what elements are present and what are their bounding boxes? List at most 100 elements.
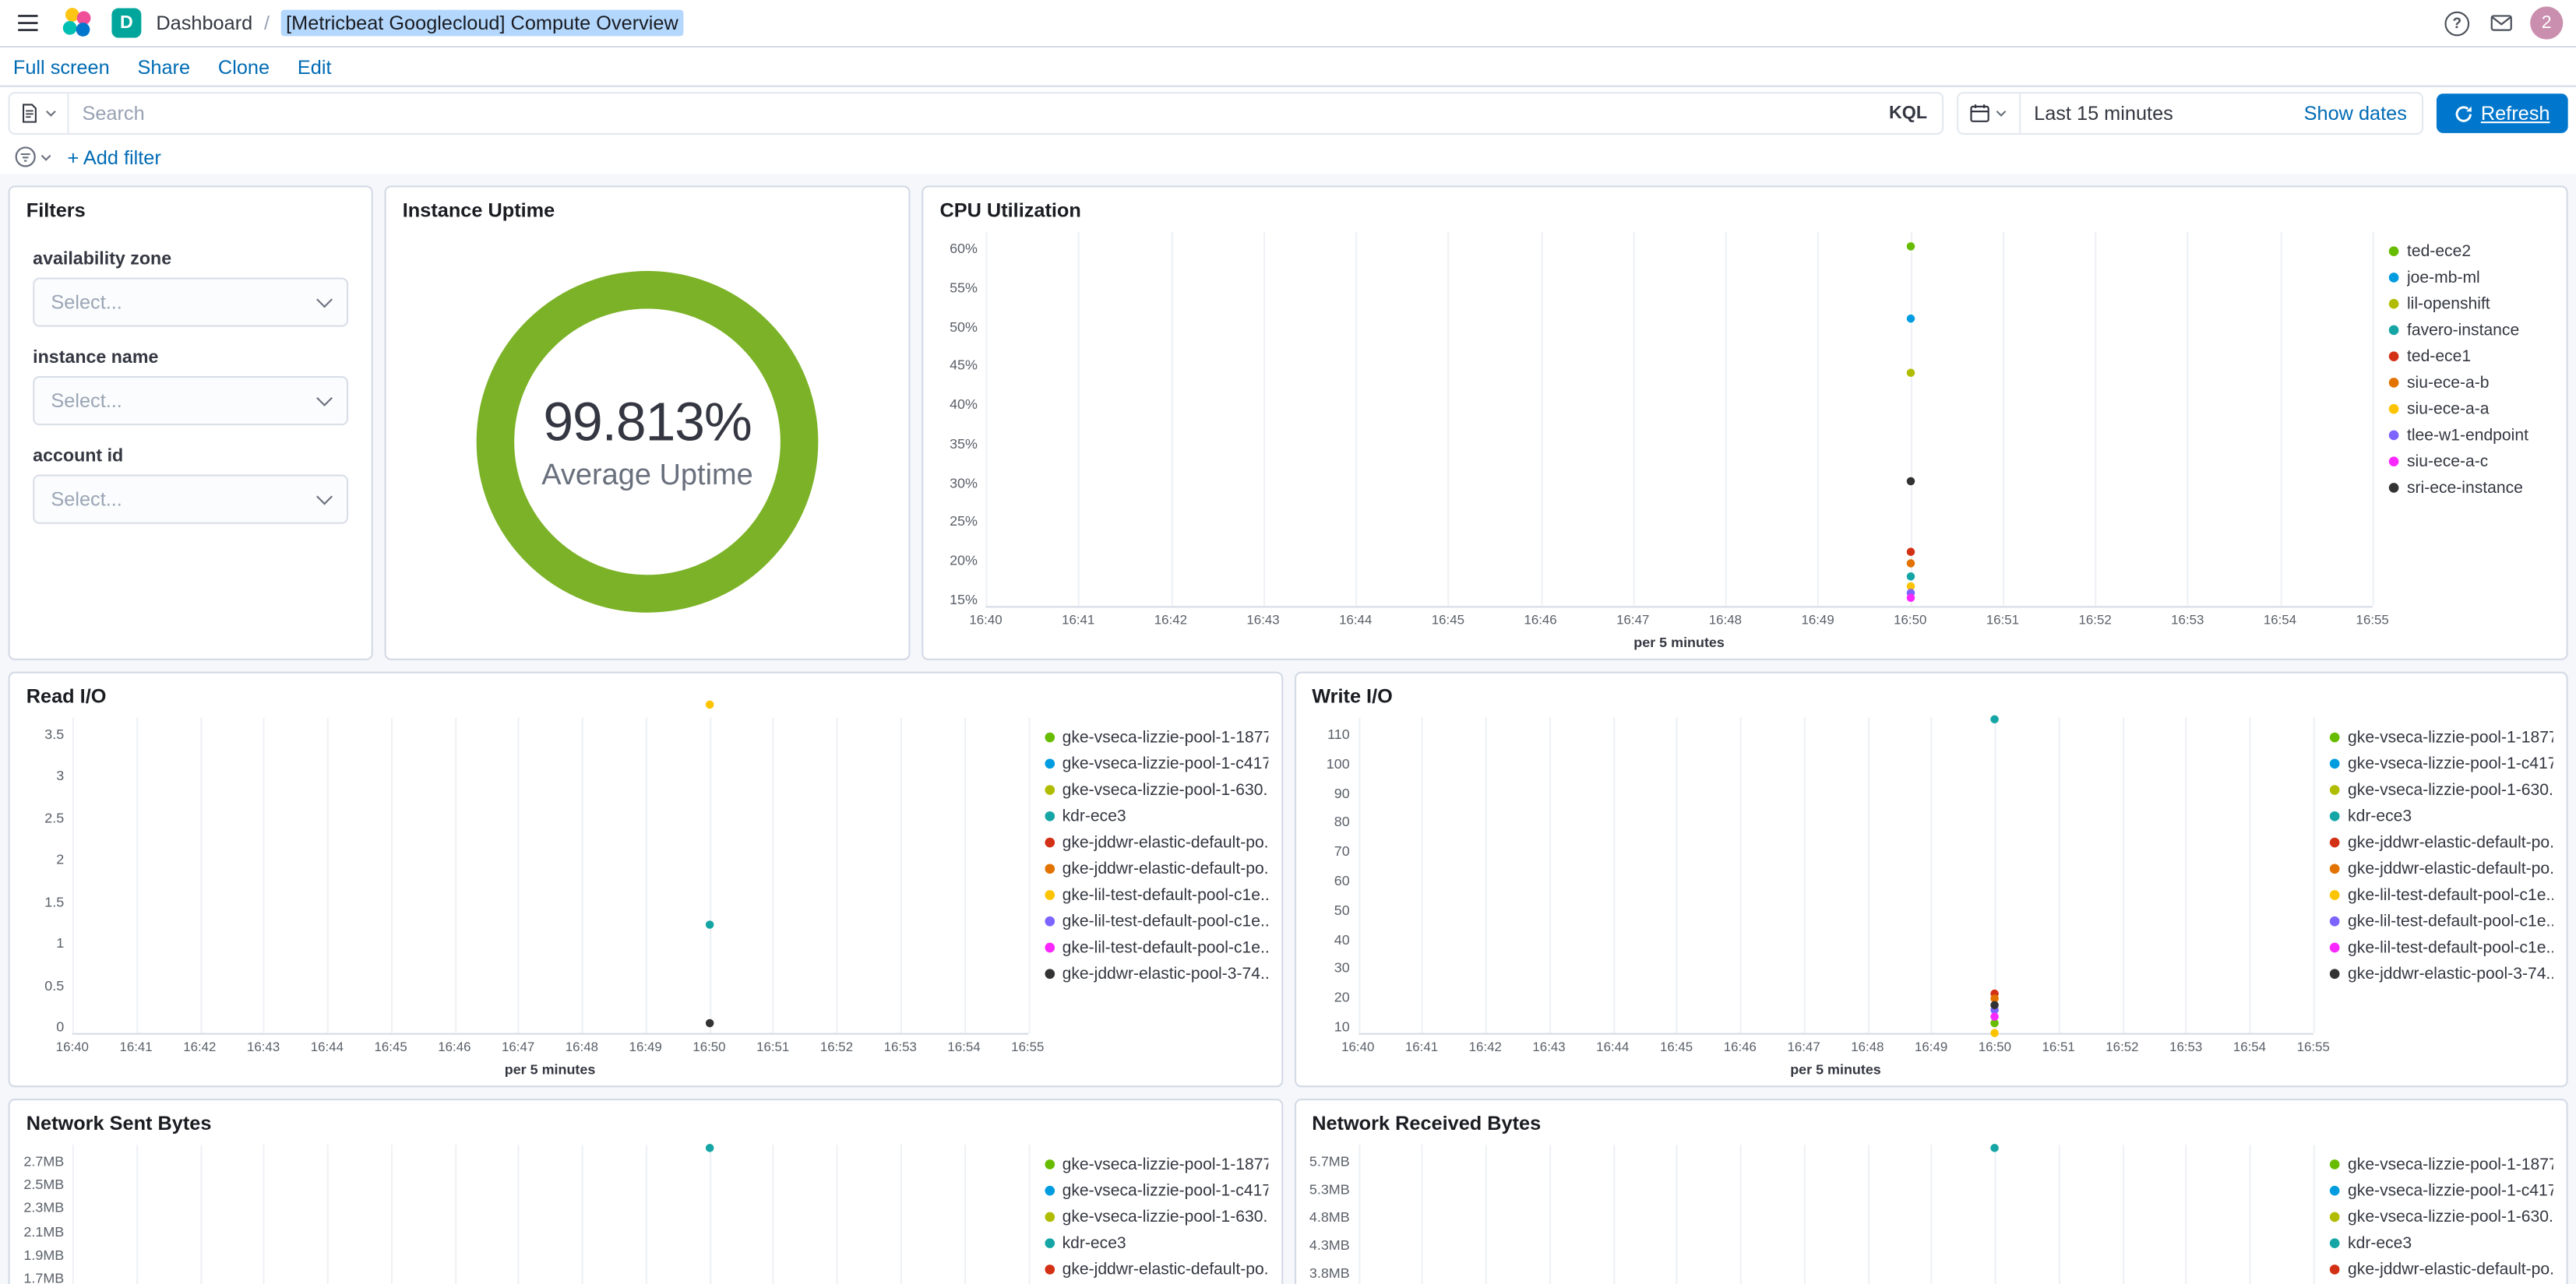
legend-item[interactable]: tlee-w1-endpoint [2388,425,2553,445]
legend-item[interactable]: gke-jddwr-elastic-pool-3-74... [1044,964,1267,983]
legend-item-label: ted-ece1 [2406,347,2472,366]
saved-query-button[interactable] [10,93,69,133]
newsfeed-button[interactable] [2487,12,2515,35]
instance-name-select[interactable]: Select... [33,376,349,426]
y-tick-label: 110 [1327,726,1350,743]
gridline [2372,231,2374,607]
legend-item[interactable]: gke-vseca-lizzie-pool-1-1877... [2329,727,2553,747]
calendar-icon [1970,104,1989,122]
legend-item[interactable]: kdr-ece3 [2329,807,2553,826]
legend-item[interactable]: gke-vseca-lizzie-pool-1-630... [2329,780,2553,800]
search-input[interactable] [69,101,1875,125]
account-id-label: account id [33,446,124,467]
x-tick-label: 16:50 [692,1040,726,1055]
legend-item[interactable]: sri-ece-instance [2388,478,2553,498]
legend-item-label: gke-vseca-lizzie-pool-1-c417... [1062,1181,1268,1200]
breadcrumb-dashboard-link[interactable]: Dashboard [156,12,252,35]
y-tick-label: 40 [1334,930,1350,948]
add-filter-link[interactable]: + Add filter [67,146,160,169]
plot-area [1358,715,2315,1038]
dashboard-content: Filters availability zone Select... inst… [0,174,2576,1284]
legend-item[interactable]: gke-vseca-lizzie-pool-1-1877... [1044,727,1267,747]
legend-item[interactable]: ted-ece1 [2388,347,2553,366]
x-tick-label: 16:44 [1339,612,1373,628]
calendar-button[interactable] [1958,93,2021,133]
legend-item[interactable]: gke-lil-test-default-pool-c1e... [1044,937,1267,957]
x-tick-label: 16:48 [1851,1040,1884,1055]
legend-item[interactable]: gke-lil-test-default-pool-c1e... [2329,937,2553,957]
y-tick-label: 2.1MB [23,1222,65,1240]
legend-swatch [2329,1159,2340,1170]
show-dates-link[interactable]: Show dates [2304,102,2422,125]
clone-link[interactable]: Clone [218,55,270,79]
legend-item[interactable]: gke-jddwr-elastic-pool-3-74... [2329,964,2553,983]
x-tick-label: 16:51 [2042,1040,2075,1055]
legend-item[interactable]: gke-vseca-lizzie-pool-1-630... [1044,780,1267,800]
legend-item[interactable]: gke-lil-test-default-pool-c1e... [2329,885,2553,905]
date-picker: Last 15 minutes Show dates [1956,92,2424,135]
legend-item[interactable]: gke-vseca-lizzie-pool-1-c417... [1044,1181,1267,1201]
legend-swatch [1044,758,1055,769]
legend-item[interactable]: siu-ece-a-a [2388,399,2553,419]
legend-item[interactable]: siu-ece-a-b [2388,373,2553,392]
gridline [2313,1145,2315,1284]
query-language-button[interactable]: KQL [1874,104,1942,123]
share-link[interactable]: Share [138,55,191,79]
legend-item[interactable]: gke-vseca-lizzie-pool-1-c417... [1044,754,1267,773]
space-badge[interactable]: D [111,8,142,38]
legend-item[interactable]: kdr-ece3 [1044,807,1267,826]
data-point [1906,314,1915,322]
legend-item[interactable]: lil-openshift [2388,294,2553,314]
legend: gke-vseca-lizzie-pool-1-1877... gke-vseca… [1027,711,1270,1082]
availability-zone-select[interactable]: Select... [33,277,349,327]
legend-item[interactable]: favero-instance [2388,320,2553,339]
legend-item[interactable]: gke-lil-test-default-pool-c1e... [1044,912,1267,931]
uptime-value: 99.813% [543,390,752,452]
edit-link[interactable]: Edit [298,55,332,79]
y-tick-label: 100 [1326,755,1350,772]
chart-body: 2.7MB2.5MB2.3MB2.1MB1.9MB1.7MB1.5MB 16:4… [10,1138,1281,1284]
legend-item[interactable]: gke-jddwr-elastic-default-po... [1044,859,1267,878]
y-axis: 60% 55% 50% 45% 40% 35% 30% 25% 20% 15% [933,231,985,607]
menu-button[interactable] [13,10,43,37]
legend-swatch [1044,916,1055,927]
legend-item[interactable]: gke-vseca-lizzie-pool-1-630... [1044,1207,1267,1226]
x-tick-label: 16:51 [756,1040,790,1055]
legend-item[interactable]: gke-vseca-lizzie-pool-1-630... [2329,1207,2553,1226]
legend-item[interactable]: gke-lil-test-default-pool-c1e... [1044,885,1267,905]
legend-item[interactable]: gke-jddwr-elastic-default-po... [2329,859,2553,878]
chevron-down-icon [316,291,333,308]
account-id-select[interactable]: Select... [33,474,349,524]
x-tick-label: 16:43 [246,1040,280,1055]
legend-item[interactable]: gke-jddwr-elastic-default-po... [2329,832,2553,852]
legend-item[interactable]: gke-jddwr-elastic-default-po... [2329,1260,2553,1279]
legend-item[interactable]: gke-vseca-lizzie-pool-1-1877... [2329,1155,2553,1174]
legend-item[interactable]: siu-ece-a-c [2388,452,2553,471]
legend-item[interactable]: gke-vseca-lizzie-pool-1-c417... [2329,1181,2553,1201]
refresh-button[interactable]: Refresh [2436,93,2568,133]
user-avatar[interactable]: 2 [2530,6,2564,40]
legend-swatch [2329,732,2340,743]
legend-item[interactable]: gke-vseca-lizzie-pool-1-1877... [1044,1155,1267,1174]
legend-item[interactable]: joe-mb-ml [2388,268,2553,287]
chart-area: 3.5 3 2.5 2 1.5 1 0.5 0 16:40 16:41 16:42 16:43 16:… [19,701,1044,1082]
legend-item[interactable]: gke-lil-test-default-pool-c1e... [2329,912,2553,931]
uptime-caption: Average Uptime [541,458,753,491]
filter-options-button[interactable] [12,146,56,167]
chevron-down-icon [46,110,56,117]
legend-item[interactable]: kdr-ece3 [1044,1233,1267,1253]
y-tick-label: 50% [950,318,978,335]
legend-item[interactable]: ted-ece2 [2388,241,2553,261]
legend-item[interactable]: gke-jddwr-elastic-default-po... [1044,832,1267,852]
legend-item-label: gke-lil-test-default-pool-c1e... [2348,938,2553,957]
time-range-value[interactable]: Last 15 minutes [2021,102,2303,125]
elastic-logo[interactable] [58,3,97,43]
legend-item[interactable]: gke-vseca-lizzie-pool-1-c417... [2329,754,2553,773]
legend-item-label: gke-vseca-lizzie-pool-1-1877... [1062,728,1268,747]
legend-item[interactable]: gke-jddwr-elastic-default-po... [1044,1260,1267,1279]
gridline [2313,717,2315,1033]
legend-item[interactable]: kdr-ece3 [2329,1233,2553,1253]
refresh-icon [2455,105,2472,121]
help-button[interactable]: ? [2441,7,2472,38]
full-screen-link[interactable]: Full screen [13,55,110,79]
